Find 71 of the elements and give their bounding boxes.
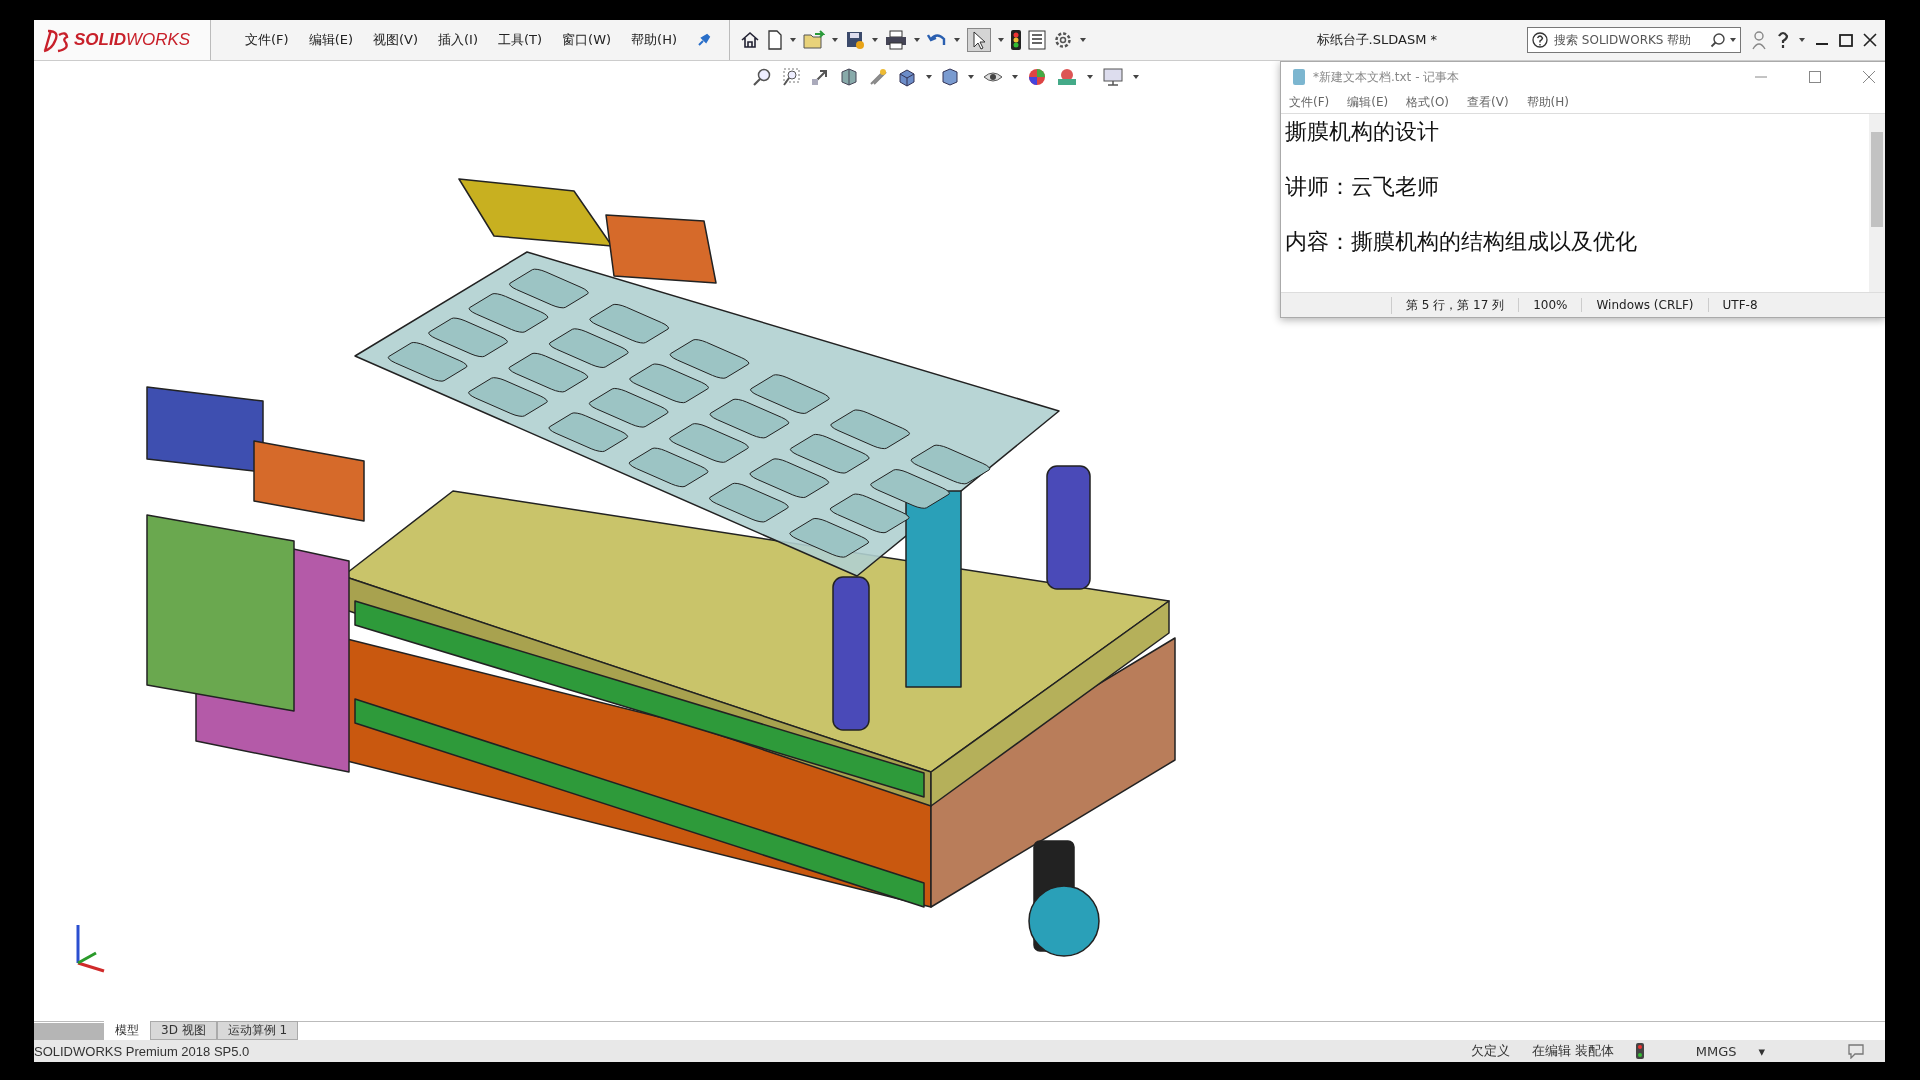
maximize-icon[interactable]	[1839, 33, 1853, 47]
document-title: 标纸台子.SLDASM *	[1316, 31, 1437, 49]
status-text: 在编辑 装配体	[1531, 1042, 1614, 1060]
traffic-light-icon[interactable]	[1011, 30, 1022, 50]
caret-icon[interactable]	[926, 75, 932, 79]
status-text: 第 5 行，第 17 列	[1391, 296, 1519, 314]
logo-mark-icon	[42, 27, 70, 53]
tab[interactable]: 3D 视图	[150, 1021, 217, 1040]
caret-icon[interactable]	[1799, 38, 1805, 42]
help-icon[interactable]	[1532, 32, 1548, 48]
tab[interactable]: 运动算例 1	[216, 1021, 299, 1040]
speech-bubble-icon[interactable]	[1847, 1043, 1865, 1059]
menu-item[interactable]: 文件(F)	[1289, 94, 1330, 111]
menu-item[interactable]: 插入(I)	[438, 31, 478, 49]
logo-wordmark: SOLIDWORKS	[74, 30, 191, 50]
caret-icon[interactable]	[914, 38, 921, 42]
close-icon[interactable]	[1863, 33, 1877, 47]
menu-item[interactable]: 文件(F)	[245, 31, 289, 49]
open-folder-icon[interactable]	[803, 30, 826, 50]
home-icon[interactable]	[740, 30, 761, 50]
printer-icon[interactable]	[885, 30, 908, 50]
options-list-icon[interactable]	[1028, 30, 1047, 50]
caret-icon[interactable]	[968, 75, 974, 79]
search-bar[interactable]: 搜索 SOLIDWORKS 帮助	[1527, 27, 1741, 53]
menu-item[interactable]: 帮助(H)	[1526, 94, 1569, 111]
settings-icon[interactable]	[1053, 30, 1074, 50]
status-text: 欠定义	[1470, 1042, 1510, 1060]
text-line: 撕膜机构的设计	[1285, 118, 1439, 146]
new-document-icon[interactable]	[767, 30, 784, 50]
text-line: 内容：撕膜机构的结构组成以及优化	[1285, 228, 1637, 256]
menu-item[interactable]: 窗口(W)	[562, 31, 612, 49]
save-icon[interactable]	[845, 30, 866, 50]
status-text: Windows (CRLF)	[1581, 298, 1708, 312]
caret-icon[interactable]: ▾	[1758, 1043, 1765, 1059]
pin-icon[interactable]	[697, 33, 712, 47]
caret-icon[interactable]	[1087, 75, 1093, 79]
status-text: 100%	[1518, 298, 1582, 312]
menu-item[interactable]: 查看(V)	[1467, 94, 1509, 111]
caret-icon[interactable]	[1133, 75, 1139, 79]
view-orientation-icon[interactable]	[897, 67, 917, 87]
search-field[interactable]: 搜索 SOLIDWORKS 帮助	[1552, 32, 1706, 48]
menu-item[interactable]: 工具(T)	[498, 31, 543, 49]
unit-system[interactable]: MMGS	[1695, 1043, 1737, 1059]
traffic-light-icon[interactable]	[1635, 1043, 1644, 1059]
caret-icon[interactable]	[1080, 38, 1087, 42]
menu-item[interactable]: 格式(O)	[1406, 94, 1450, 111]
caret-icon[interactable]	[1012, 75, 1018, 79]
user-icon[interactable]	[1751, 30, 1767, 50]
caret-icon[interactable]	[872, 38, 879, 42]
monitor-icon[interactable]	[1102, 67, 1124, 87]
help-question-icon[interactable]	[1777, 31, 1789, 49]
menu-item[interactable]: 视图(V)	[373, 31, 419, 49]
caret-icon[interactable]	[998, 38, 1005, 42]
product-version: SOLIDWORKS Premium 2018 SP5.0	[34, 1043, 250, 1059]
caret-icon[interactable]	[832, 38, 839, 42]
caret-icon[interactable]	[1730, 38, 1736, 42]
zoom-area-icon[interactable]	[781, 67, 801, 87]
menu-item[interactable]: 帮助(H)	[631, 31, 678, 49]
select-pointer-icon[interactable]	[967, 28, 992, 52]
caret-icon[interactable]	[790, 38, 797, 42]
text-line: 讲师：云飞老师	[1285, 173, 1439, 201]
caret-icon[interactable]	[954, 38, 961, 42]
scrollbar[interactable]	[1869, 114, 1885, 292]
menu-item[interactable]: 编辑(E)	[308, 31, 353, 49]
appearance-icon[interactable]	[1027, 67, 1047, 87]
menu-item[interactable]: 编辑(E)	[1347, 94, 1389, 111]
notepad-icon	[1291, 68, 1307, 86]
search-icon[interactable]	[1710, 32, 1726, 48]
window-title: *新建文本文档.txt - 记事本	[1313, 68, 1461, 86]
zoom-fit-icon[interactable]	[752, 67, 772, 87]
status-text: UTF-8	[1707, 298, 1772, 312]
